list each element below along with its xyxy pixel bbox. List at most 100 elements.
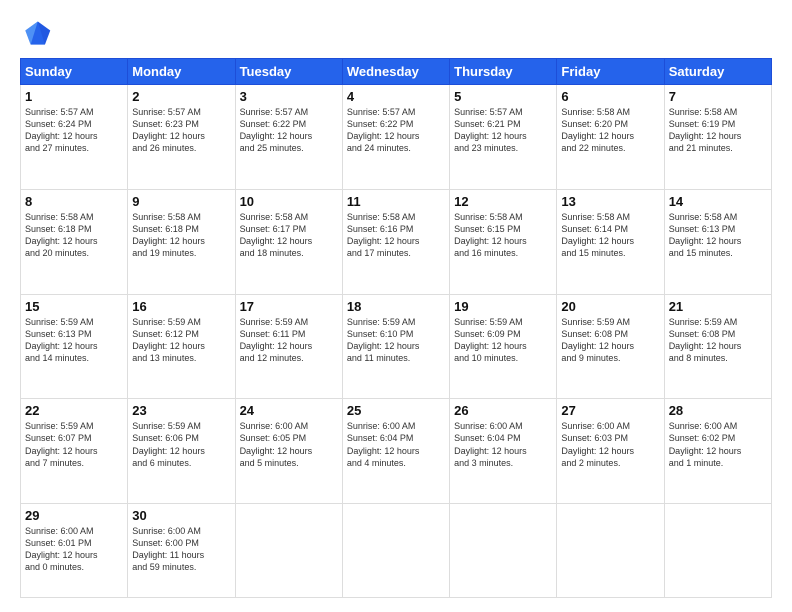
calendar-cell (664, 504, 771, 598)
calendar-cell (450, 504, 557, 598)
calendar-cell: 19 Sunrise: 5:59 AM Sunset: 6:09 PM Dayli… (450, 294, 557, 399)
calendar-cell: 21Sunrise: 5:59 AM Sunset: 6:08 PM Dayli… (664, 294, 771, 399)
calendar-cell: 3 Sunrise: 5:57 AM Sunset: 6:22 PM Daylig… (235, 85, 342, 190)
page: SundayMondayTuesdayWednesdayThursdayFrid… (0, 0, 792, 612)
day-info: Sunrise: 6:00 AM Sunset: 6:00 PM Dayligh… (132, 525, 230, 574)
calendar-cell: 14 Sunrise: 5:58 AM Sunset: 6:13 PM Dayli… (664, 189, 771, 294)
calendar-cell: 30 Sunrise: 6:00 AM Sunset: 6:00 PM Dayli… (128, 504, 235, 598)
day-info: Sunrise: 5:57 AM Sunset: 6:24 PM Dayligh… (25, 106, 123, 155)
day-number: 18 (347, 299, 445, 314)
day-number: 22 (25, 403, 123, 418)
calendar-week-5: 29 Sunrise: 6:00 AM Sunset: 6:01 PM Dayli… (21, 504, 772, 598)
day-info: Sunrise: 5:58 AM Sunset: 6:18 PM Dayligh… (25, 211, 123, 260)
day-info: Sunrise: 5:58 AM Sunset: 6:16 PM Dayligh… (347, 211, 445, 260)
day-info: Sunrise: 6:00 AM Sunset: 6:04 PM Dayligh… (454, 420, 552, 469)
calendar-cell: 27 Sunrise: 6:00 AM Sunset: 6:03 PM Dayli… (557, 399, 664, 504)
logo-icon (20, 18, 52, 50)
day-number: 14 (669, 194, 767, 209)
weekday-header-sunday: Sunday (21, 59, 128, 85)
day-info: Sunrise: 5:58 AM Sunset: 6:20 PM Dayligh… (561, 106, 659, 155)
calendar-cell: 26 Sunrise: 6:00 AM Sunset: 6:04 PM Dayli… (450, 399, 557, 504)
day-info: Sunrise: 5:59 AM Sunset: 6:07 PM Dayligh… (25, 420, 123, 469)
day-number: 7 (669, 89, 767, 104)
calendar-cell: 16 Sunrise: 5:59 AM Sunset: 6:12 PM Dayli… (128, 294, 235, 399)
day-number: 2 (132, 89, 230, 104)
day-number: 29 (25, 508, 123, 523)
day-number: 30 (132, 508, 230, 523)
day-info: Sunrise: 5:59 AM Sunset: 6:08 PM Dayligh… (561, 316, 659, 365)
day-number: 5 (454, 89, 552, 104)
day-number: 23 (132, 403, 230, 418)
calendar-cell: 4 Sunrise: 5:57 AM Sunset: 6:22 PM Daylig… (342, 85, 449, 190)
calendar-table: SundayMondayTuesdayWednesdayThursdayFrid… (20, 58, 772, 598)
weekday-header-friday: Friday (557, 59, 664, 85)
calendar-cell: 6 Sunrise: 5:58 AM Sunset: 6:20 PM Daylig… (557, 85, 664, 190)
weekday-header-wednesday: Wednesday (342, 59, 449, 85)
day-number: 19 (454, 299, 552, 314)
day-info: Sunrise: 5:59 AM Sunset: 6:09 PM Dayligh… (454, 316, 552, 365)
day-info: Sunrise: 5:58 AM Sunset: 6:17 PM Dayligh… (240, 211, 338, 260)
day-info: Sunrise: 6:00 AM Sunset: 6:01 PM Dayligh… (25, 525, 123, 574)
day-info: Sunrise: 6:00 AM Sunset: 6:03 PM Dayligh… (561, 420, 659, 469)
calendar-week-2: 8 Sunrise: 5:58 AM Sunset: 6:18 PM Daylig… (21, 189, 772, 294)
day-number: 4 (347, 89, 445, 104)
calendar-week-4: 22 Sunrise: 5:59 AM Sunset: 6:07 PM Dayli… (21, 399, 772, 504)
day-number: 12 (454, 194, 552, 209)
day-number: 21 (669, 299, 767, 314)
day-info: Sunrise: 5:57 AM Sunset: 6:23 PM Dayligh… (132, 106, 230, 155)
calendar-cell: 24 Sunrise: 6:00 AM Sunset: 6:05 PM Dayli… (235, 399, 342, 504)
day-number: 25 (347, 403, 445, 418)
day-info: Sunrise: 5:59 AM Sunset: 6:11 PM Dayligh… (240, 316, 338, 365)
calendar-cell: 18 Sunrise: 5:59 AM Sunset: 6:10 PM Dayli… (342, 294, 449, 399)
day-number: 26 (454, 403, 552, 418)
day-info: Sunrise: 5:57 AM Sunset: 6:22 PM Dayligh… (240, 106, 338, 155)
day-number: 8 (25, 194, 123, 209)
day-info: Sunrise: 5:59 AM Sunset: 6:12 PM Dayligh… (132, 316, 230, 365)
day-number: 24 (240, 403, 338, 418)
day-number: 6 (561, 89, 659, 104)
day-number: 16 (132, 299, 230, 314)
calendar-cell: 2 Sunrise: 5:57 AM Sunset: 6:23 PM Daylig… (128, 85, 235, 190)
calendar-cell: 5 Sunrise: 5:57 AM Sunset: 6:21 PM Daylig… (450, 85, 557, 190)
day-info: Sunrise: 5:59 AM Sunset: 6:10 PM Dayligh… (347, 316, 445, 365)
calendar-cell: 12 Sunrise: 5:58 AM Sunset: 6:15 PM Dayli… (450, 189, 557, 294)
day-number: 20 (561, 299, 659, 314)
day-number: 1 (25, 89, 123, 104)
day-info: Sunrise: 5:58 AM Sunset: 6:19 PM Dayligh… (669, 106, 767, 155)
day-info: Sunrise: 5:59 AM Sunset: 6:06 PM Dayligh… (132, 420, 230, 469)
day-info: Sunrise: 5:59 AM Sunset: 6:13 PM Dayligh… (25, 316, 123, 365)
calendar-cell: 10 Sunrise: 5:58 AM Sunset: 6:17 PM Dayli… (235, 189, 342, 294)
day-number: 10 (240, 194, 338, 209)
calendar-cell: 8 Sunrise: 5:58 AM Sunset: 6:18 PM Daylig… (21, 189, 128, 294)
day-number: 3 (240, 89, 338, 104)
calendar-week-3: 15 Sunrise: 5:59 AM Sunset: 6:13 PM Dayli… (21, 294, 772, 399)
day-info: Sunrise: 6:00 AM Sunset: 6:02 PM Dayligh… (669, 420, 767, 469)
calendar-cell: 17 Sunrise: 5:59 AM Sunset: 6:11 PM Dayli… (235, 294, 342, 399)
day-number: 9 (132, 194, 230, 209)
calendar-cell: 7 Sunrise: 5:58 AM Sunset: 6:19 PM Daylig… (664, 85, 771, 190)
day-info: Sunrise: 5:58 AM Sunset: 6:13 PM Dayligh… (669, 211, 767, 260)
day-number: 27 (561, 403, 659, 418)
calendar-cell: 23 Sunrise: 5:59 AM Sunset: 6:06 PM Dayli… (128, 399, 235, 504)
day-info: Sunrise: 5:57 AM Sunset: 6:21 PM Dayligh… (454, 106, 552, 155)
day-info: Sunrise: 6:00 AM Sunset: 6:05 PM Dayligh… (240, 420, 338, 469)
day-info: Sunrise: 5:58 AM Sunset: 6:14 PM Dayligh… (561, 211, 659, 260)
day-info: Sunrise: 5:58 AM Sunset: 6:15 PM Dayligh… (454, 211, 552, 260)
calendar-cell: 13Sunrise: 5:58 AM Sunset: 6:14 PM Dayli… (557, 189, 664, 294)
calendar-cell: 22 Sunrise: 5:59 AM Sunset: 6:07 PM Dayli… (21, 399, 128, 504)
calendar-cell: 9 Sunrise: 5:58 AM Sunset: 6:18 PM Daylig… (128, 189, 235, 294)
day-number: 28 (669, 403, 767, 418)
weekday-header-saturday: Saturday (664, 59, 771, 85)
day-info: Sunrise: 5:57 AM Sunset: 6:22 PM Dayligh… (347, 106, 445, 155)
calendar-cell: 20 Sunrise: 5:59 AM Sunset: 6:08 PM Dayli… (557, 294, 664, 399)
calendar-cell: 29 Sunrise: 6:00 AM Sunset: 6:01 PM Dayli… (21, 504, 128, 598)
day-info: Sunrise: 5:58 AM Sunset: 6:18 PM Dayligh… (132, 211, 230, 260)
day-number: 17 (240, 299, 338, 314)
weekday-header-row: SundayMondayTuesdayWednesdayThursdayFrid… (21, 59, 772, 85)
day-number: 11 (347, 194, 445, 209)
weekday-header-tuesday: Tuesday (235, 59, 342, 85)
calendar-cell (342, 504, 449, 598)
day-number: 15 (25, 299, 123, 314)
calendar-cell: 25Sunrise: 6:00 AM Sunset: 6:04 PM Dayli… (342, 399, 449, 504)
weekday-header-thursday: Thursday (450, 59, 557, 85)
